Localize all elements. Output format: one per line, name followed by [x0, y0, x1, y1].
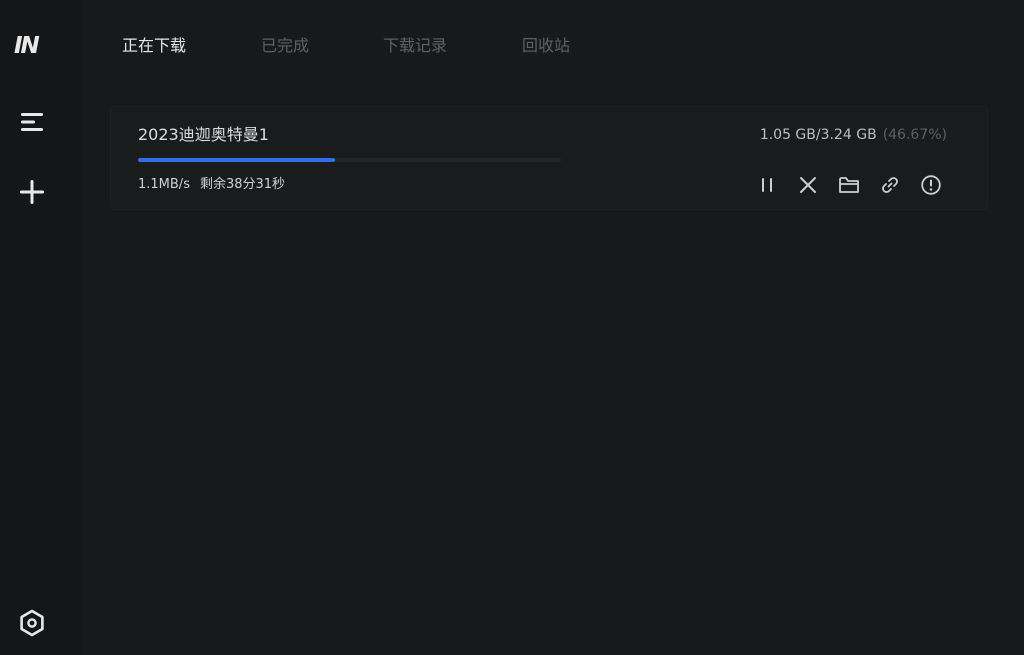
remaining-time: 剩余38分31秒 — [199, 177, 286, 192]
sidebar: IN — [0, 0, 83, 655]
progress-fill — [138, 158, 336, 162]
speed-info: 1.1MB/s 剩余38分31秒 — [138, 175, 285, 195]
settings-hexagon-icon[interactable] — [14, 605, 50, 641]
percent-text: (46.67%) — [882, 127, 947, 143]
pause-icon[interactable] — [755, 173, 779, 197]
plus-icon[interactable] — [14, 174, 50, 210]
download-item[interactable]: 2023迪迦奥特曼1 1.05 GB/3.24 GB (46.67%) 1.1MB… — [110, 106, 988, 210]
tab-history[interactable]: 下载记录 — [383, 34, 447, 58]
tab-recycle-bin[interactable]: 回收站 — [522, 34, 570, 58]
task-actions — [755, 173, 943, 197]
app-logo: IN — [14, 33, 40, 59]
menu-icon[interactable] — [14, 104, 50, 140]
size-info: 1.05 GB/3.24 GB (46.67%) — [760, 125, 947, 145]
app-window: IN 正在下载 已完成 下载记录 回收站 2023迪迦奥特曼1 1.05 GB/… — [0, 0, 1024, 655]
close-icon[interactable] — [796, 173, 820, 197]
tab-completed[interactable]: 已完成 — [261, 34, 309, 58]
task-name: 2023迪迦奥特曼1 — [138, 125, 269, 144]
tab-downloading[interactable]: 正在下载 — [122, 34, 186, 58]
info-icon[interactable] — [919, 173, 943, 197]
folder-icon[interactable] — [837, 173, 861, 197]
link-icon[interactable] — [878, 173, 902, 197]
size-text: 1.05 GB/3.24 GB — [759, 127, 877, 143]
progress-bar — [138, 158, 561, 162]
download-speed: 1.1MB/s — [138, 177, 190, 192]
